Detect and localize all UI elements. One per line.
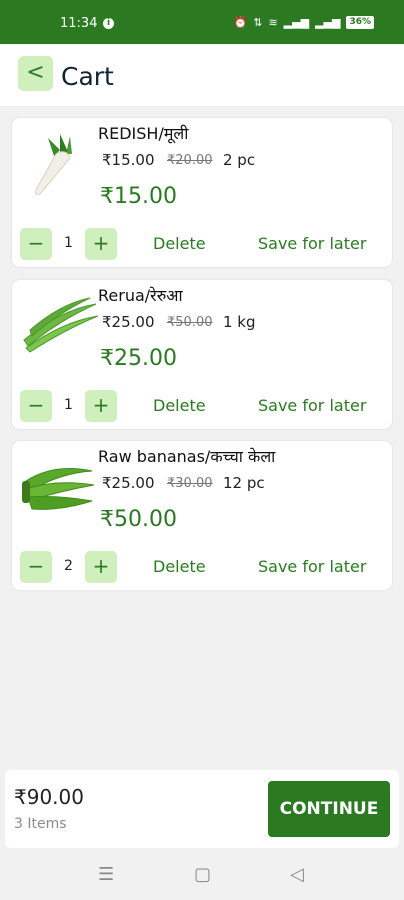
delete-button[interactable]: Delete [153, 396, 206, 415]
increase-qty-button[interactable]: + [85, 228, 117, 260]
item-unit: 1 kg [223, 313, 256, 331]
back-triangle-icon[interactable]: ◁ [290, 864, 304, 885]
raw-banana-image [22, 468, 95, 510]
cart-item-card: Raw bananas/कच्चा केला ₹25.00 ₹30.00 12 … [12, 441, 392, 590]
delete-button[interactable]: Delete [153, 234, 206, 253]
decrease-qty-button[interactable]: − [20, 228, 52, 260]
item-price: ₹25.00 [102, 474, 155, 492]
item-qty: 2 [64, 558, 73, 574]
cart-item-card: Rerua/रेरुआ ₹25.00 ₹50.00 1 kg ₹25.00 − … [12, 280, 392, 429]
item-mrp: ₹30.00 [167, 476, 213, 491]
status-icons: ⏰ ⇅ ≋ ▂▄▆ ▂▄▆ 36% [234, 16, 374, 29]
radish-image [35, 134, 72, 195]
item-qty: 1 [64, 397, 73, 413]
save-for-later-button[interactable]: Save for later [258, 396, 366, 415]
delete-button[interactable]: Delete [153, 557, 206, 576]
item-total: ₹15.00 [100, 184, 177, 209]
cart-item-card: REDISH/मूली ₹15.00 ₹20.00 2 pc ₹15.00 − … [12, 118, 392, 267]
system-nav-bar: ☰ ▢ ◁ [0, 850, 404, 900]
item-unit: 2 pc [223, 151, 256, 169]
back-button[interactable]: < [18, 56, 53, 91]
item-price: ₹25.00 [102, 313, 155, 331]
wifi-icon: ≋ [268, 16, 278, 29]
save-for-later-button[interactable]: Save for later [258, 234, 366, 253]
page-title: Cart [61, 62, 114, 91]
item-name: Rerua/रेरुआ [98, 286, 183, 305]
item-mrp: ₹50.00 [167, 315, 213, 330]
app-header: < Cart [0, 44, 404, 106]
increase-qty-button[interactable]: + [85, 551, 117, 583]
item-total: ₹50.00 [100, 507, 177, 532]
battery-icon: 36% [346, 16, 374, 29]
item-unit: 12 pc [223, 474, 265, 492]
rerua-bean-image [23, 297, 99, 353]
decrease-qty-button[interactable]: − [20, 551, 52, 583]
item-name: Raw bananas/कच्चा केला [98, 447, 276, 466]
signal-icon: ▂▄▆ [283, 16, 310, 29]
continue-button[interactable]: CONTINUE [268, 781, 390, 837]
status-bar: 11:34 i ⏰ ⇅ ≋ ▂▄▆ ▂▄▆ 36% [0, 0, 404, 44]
status-time: 11:34 [60, 16, 98, 31]
item-name: REDISH/मूली [98, 124, 189, 143]
save-for-later-button[interactable]: Save for later [258, 557, 366, 576]
signal-icon-2: ▂▄▆ [315, 16, 341, 29]
decrease-qty-button[interactable]: − [20, 390, 52, 422]
home-icon[interactable]: ▢ [194, 864, 211, 885]
item-qty: 1 [64, 235, 73, 251]
alarm-icon: ⏰ [233, 16, 248, 29]
menu-icon[interactable]: ☰ [98, 864, 114, 885]
info-icon: i [103, 18, 114, 29]
item-mrp: ₹20.00 [167, 153, 213, 168]
item-total: ₹25.00 [100, 346, 177, 371]
item-count: 3 Items [14, 816, 67, 832]
item-price: ₹15.00 [102, 151, 155, 169]
increase-qty-button[interactable]: + [85, 390, 117, 422]
data-icon: ⇅ [253, 16, 263, 29]
checkout-bar: ₹90.00 3 Items CONTINUE [5, 770, 399, 848]
cart-total: ₹90.00 [14, 785, 84, 809]
